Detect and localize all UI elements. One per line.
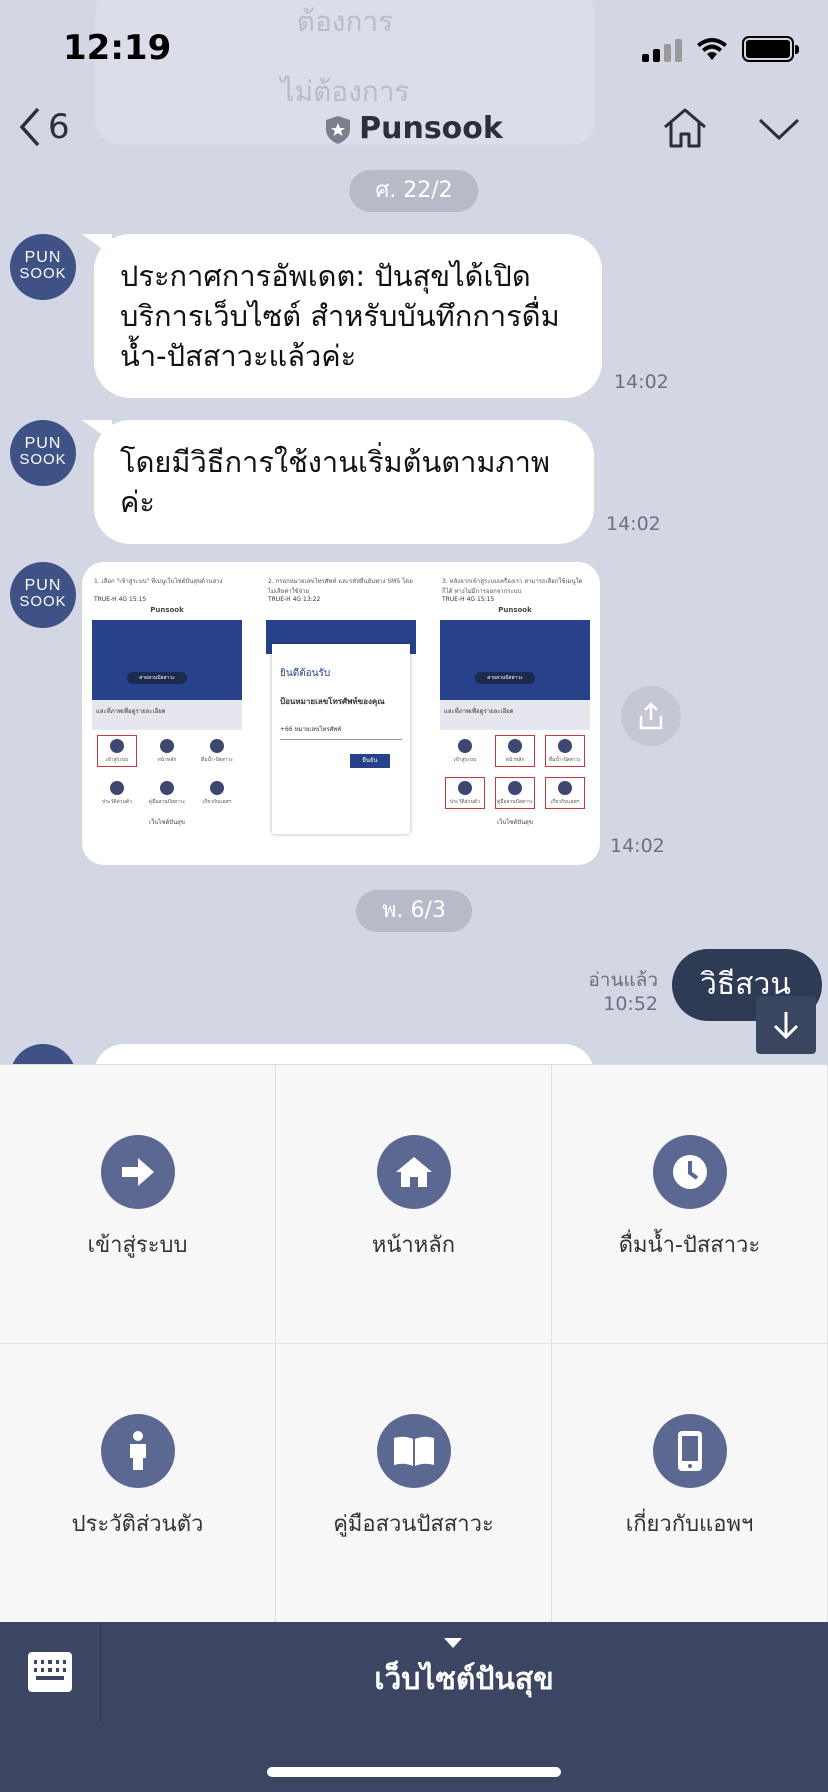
wifi-icon	[697, 38, 727, 60]
battery-icon	[742, 36, 799, 62]
bottom-bar: เว็บไซต์ปันสุข	[0, 1622, 828, 1792]
message-bubble[interactable]: โดยมีวิธีการใช้งานเริ่มต้นตามภาพค่ะ	[94, 420, 594, 544]
avatar[interactable]: PUN SOOK	[10, 420, 76, 486]
date-separator: ศ. 22/2	[349, 170, 479, 212]
home-indicator	[267, 1767, 561, 1777]
chat-area[interactable]: ต้องการ ไม่ต้องการ 12:19 6 Punsook ศ. 22…	[0, 0, 828, 1064]
message-time: 14:02	[610, 835, 665, 857]
avatar[interactable]: PUN SOOK	[10, 562, 76, 628]
shield-icon	[326, 115, 351, 144]
status-time: 12:19	[63, 28, 172, 68]
scroll-to-bottom-button[interactable]	[756, 996, 816, 1054]
clock-icon	[652, 1135, 727, 1209]
date-separator: พ. 6/3	[356, 890, 472, 932]
home-icon	[376, 1135, 451, 1209]
rich-menu-label: เข้าสู่ระบบ	[87, 1233, 188, 1258]
cellular-signal-icon	[642, 38, 682, 62]
status-bar: 12:19	[0, 0, 828, 100]
rich-menu-item-profile[interactable]: ประวัติส่วนตัว	[0, 1344, 276, 1623]
menu-toggle-button[interactable]	[758, 117, 800, 145]
rich-menu-label: ประวัติส่วนตัว	[71, 1512, 204, 1537]
rich-menu: เข้าสู่ระบบ หน้าหลัก ดื่มน้ำ-ปัสสาวะ ประ…	[0, 1064, 828, 1623]
chat-header: 6 Punsook	[0, 95, 828, 170]
phone-icon	[652, 1414, 727, 1488]
chat-title-text: Punsook	[359, 111, 503, 146]
message-bubble[interactable]: ประกาศการอัพเดต: ปันสุขได้เปิดบริการเว็บ…	[94, 234, 602, 398]
rich-menu-label: เกี่ยวกับแอพฯ	[625, 1512, 754, 1537]
share-icon	[639, 702, 663, 730]
instruction-screenshot-2: 2. กรอกหมายเลขโทรศัพท์ และรหัสยืนยันทาง …	[266, 572, 416, 854]
caret-down-icon	[444, 1638, 462, 1648]
share-button[interactable]	[621, 686, 681, 746]
avatar	[10, 1044, 76, 1064]
instruction-screenshot-3: 3. หลังจากเข้าสู่ระบบเครื่องเรา สามารถเล…	[440, 572, 590, 854]
rich-menu-item-about[interactable]: เกี่ยวกับแอพฯ	[552, 1344, 828, 1623]
image-message[interactable]: 1. เลือก "เข้าสู่ระบบ" ที่เมนูเว็บไซต์ปั…	[82, 562, 600, 865]
home-icon	[664, 108, 706, 148]
chevron-down-icon	[758, 118, 800, 141]
rich-menu-item-home[interactable]: หน้าหลัก	[276, 1065, 552, 1344]
rich-menu-item-login[interactable]: เข้าสู่ระบบ	[0, 1065, 276, 1344]
message-bubble	[94, 1044, 594, 1064]
rich-menu-label: หน้าหลัก	[371, 1233, 456, 1258]
info-person-icon	[100, 1414, 175, 1488]
rich-menu-toggle[interactable]: เว็บไซต์ปันสุข	[100, 1656, 828, 1703]
instruction-screenshot-1: 1. เลือก "เข้าสู่ระบบ" ที่เมนูเว็บไซต์ปั…	[92, 572, 242, 854]
book-icon	[376, 1414, 451, 1488]
keyboard-icon[interactable]	[28, 1652, 72, 1692]
message-time: 14:02	[606, 513, 661, 535]
message-time: 14:02	[614, 371, 669, 393]
rich-menu-item-guide[interactable]: คู่มือสวนปัสสาวะ	[276, 1344, 552, 1623]
rich-menu-label: คู่มือสวนปัสสาวะ	[333, 1512, 494, 1537]
rich-menu-label: ดื่มน้ำ-ปัสสาวะ	[618, 1233, 761, 1258]
arrow-down-icon	[773, 1012, 799, 1040]
rich-menu-item-drink-urinate[interactable]: ดื่มน้ำ-ปัสสาวะ	[552, 1065, 828, 1344]
read-receipt: อ่านแล้ว 10:52	[588, 969, 658, 1015]
avatar[interactable]: PUN SOOK	[10, 234, 76, 300]
arrow-right-icon	[100, 1135, 175, 1209]
home-button[interactable]	[662, 107, 708, 153]
